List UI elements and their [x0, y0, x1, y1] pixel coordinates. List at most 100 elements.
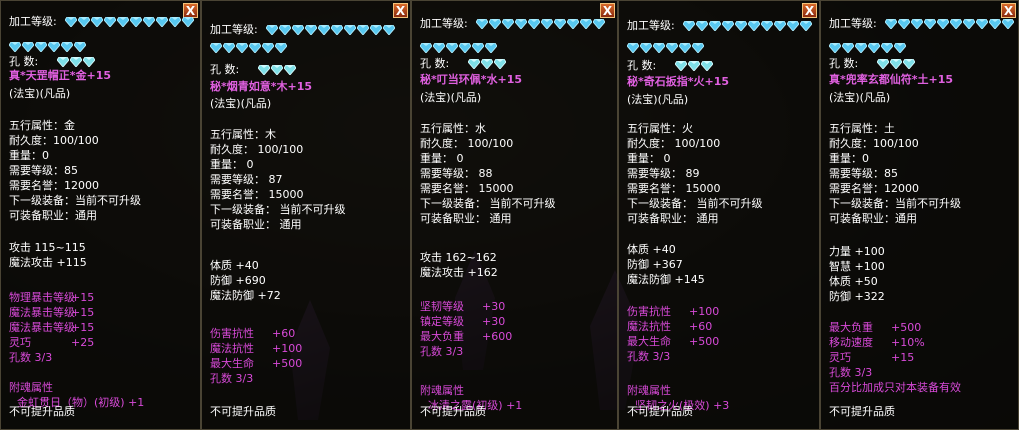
- bonus-stat-name: 魔法暴击等级: [9, 321, 75, 334]
- diamond-icon: [74, 42, 86, 52]
- combat-stat: 智慧 +100: [829, 260, 885, 273]
- diamond-icon: [868, 43, 880, 53]
- item-attribute: 下一级装备： 当前不可升级: [420, 197, 556, 210]
- item-type: (法宝)(凡品): [627, 93, 689, 106]
- item-attribute: 需要等级：85: [829, 167, 898, 180]
- bonus-stat: 移动速度 +10%: [829, 336, 925, 350]
- item-attribute: 需要名誉： 15000: [627, 182, 721, 195]
- bonus-stat-name: 孔数 3/3: [210, 372, 254, 385]
- item-attribute: 可装备职业：通用: [9, 209, 97, 222]
- socket-gems: [675, 61, 713, 71]
- diamond-icon: [593, 19, 605, 29]
- diamond-icon: [357, 25, 369, 35]
- combat-stat: 防御 +690: [210, 274, 266, 287]
- bonus-stat-value: +100: [272, 342, 303, 355]
- socket-gem-icon: [284, 65, 296, 75]
- diamond-icon: [881, 43, 893, 53]
- item-name: 真*天罡帽正*金+15: [9, 69, 112, 82]
- bonus-stat-name: 最大负重: [829, 321, 873, 334]
- diamond-icon: [748, 21, 760, 31]
- diamond-icon: [210, 43, 222, 53]
- holes-label: 孔 数:: [829, 57, 859, 70]
- diamond-icon: [420, 43, 432, 53]
- bonus-stat-value: +30: [482, 300, 506, 313]
- diamond-icon: [331, 25, 343, 35]
- socket-gem-icon: [701, 61, 713, 71]
- item-type: (法宝)(凡品): [9, 87, 71, 100]
- item-attribute: 重量： 0: [627, 152, 671, 165]
- diamond-icon: [722, 21, 734, 31]
- bonus-stat-value: +500: [272, 357, 303, 370]
- refine-level-label: 加工等级:: [829, 17, 877, 30]
- diamond-icon: [489, 19, 501, 29]
- close-button[interactable]: X: [600, 3, 615, 18]
- diamond-icon: [370, 25, 382, 35]
- item-name: 秘*烟青如意*木+15: [210, 80, 313, 93]
- bonus-stat-name: 移动速度: [829, 336, 873, 349]
- bonus-stat-name: 魔法暴击等级: [9, 306, 75, 319]
- close-button[interactable]: X: [802, 3, 817, 18]
- diamond-icon: [78, 17, 90, 27]
- combat-stat: 体质 +40: [210, 259, 259, 272]
- diamond-icon: [963, 19, 975, 29]
- diamond-icon: [666, 43, 678, 53]
- bonus-stat: 灵巧 +25: [9, 336, 94, 350]
- diamond-icon: [169, 17, 181, 27]
- diamond-icon: [65, 17, 77, 27]
- diamond-icon: [898, 19, 910, 29]
- diamond-icon: [761, 21, 773, 31]
- diamond-icon: [692, 43, 704, 53]
- item-attribute: 重量： 0: [420, 152, 464, 165]
- combat-stat: 攻击 162~162: [420, 251, 497, 264]
- bonus-stat-name: 灵巧: [829, 351, 851, 364]
- diamond-icon: [976, 19, 988, 29]
- diamond-icon: [774, 21, 786, 31]
- soul-attribute-title: 附魂属性: [627, 384, 671, 397]
- socket-gem-icon: [57, 57, 69, 67]
- soul-attribute-title: 附魂属性: [9, 381, 53, 394]
- bonus-stat: 魔法暴击等级+15: [9, 321, 94, 335]
- combat-stat: 体质 +40: [627, 243, 676, 256]
- socket-gems: [57, 57, 95, 67]
- socket-gem-icon: [877, 59, 889, 69]
- diamond-icon: [61, 42, 73, 52]
- diamond-icon: [9, 42, 21, 52]
- item-type: (法宝)(凡品): [210, 97, 272, 110]
- diamond-icon: [459, 43, 471, 53]
- diamond-icon: [640, 43, 652, 53]
- quality-note: 不可提升品质: [627, 405, 693, 418]
- diamond-icon: [950, 19, 962, 29]
- item-attribute: 重量：0: [829, 152, 869, 165]
- diamond-icon: [855, 43, 867, 53]
- item-tooltip-p4: X 加工等级: 孔 数: 秘*奇石扳指*火+15 (法宝)(凡品) 五行属性：火 耐久度： …: [618, 0, 820, 430]
- diamond-icon: [829, 43, 841, 53]
- bonus-stat-value: +60: [272, 327, 296, 340]
- combat-stat: 魔法防御 +72: [210, 289, 281, 302]
- socket-gems: [258, 65, 296, 75]
- socket-gem-icon: [481, 59, 493, 69]
- combat-stat: 攻击 115~115: [9, 241, 86, 254]
- bonus-stat: 最大负重 +600: [420, 330, 512, 344]
- diamond-icon: [344, 25, 356, 35]
- refine-gems-row: [476, 19, 605, 29]
- diamond-icon: [22, 42, 34, 52]
- diamond-icon: [911, 19, 923, 29]
- item-type: (法宝)(凡品): [420, 91, 482, 104]
- close-button[interactable]: X: [1001, 3, 1016, 18]
- diamond-icon: [446, 43, 458, 53]
- item-name: 秘*奇石扳指*火+15: [627, 75, 730, 88]
- refine-gems-row: [65, 17, 194, 27]
- item-tooltip-p1: X 加工等级: 孔 数: 真*天罡帽正*金+15 (法宝)(凡品) 五行属性：金 耐久度：1…: [0, 0, 201, 430]
- diamond-icon: [554, 19, 566, 29]
- diamond-icon: [627, 43, 639, 53]
- socket-gem-icon: [468, 59, 480, 69]
- close-button[interactable]: X: [183, 3, 198, 18]
- refine-gems-row: [9, 42, 86, 52]
- refine-gems-row: [210, 43, 287, 53]
- bonus-stat: 最大负重 +500: [829, 321, 921, 335]
- holes-label: 孔 数:: [420, 57, 450, 70]
- bonus-stat-name: 伤害抗性: [627, 305, 671, 318]
- diamond-icon: [528, 19, 540, 29]
- close-button[interactable]: X: [393, 3, 408, 18]
- bonus-stat-value: +100: [689, 305, 720, 318]
